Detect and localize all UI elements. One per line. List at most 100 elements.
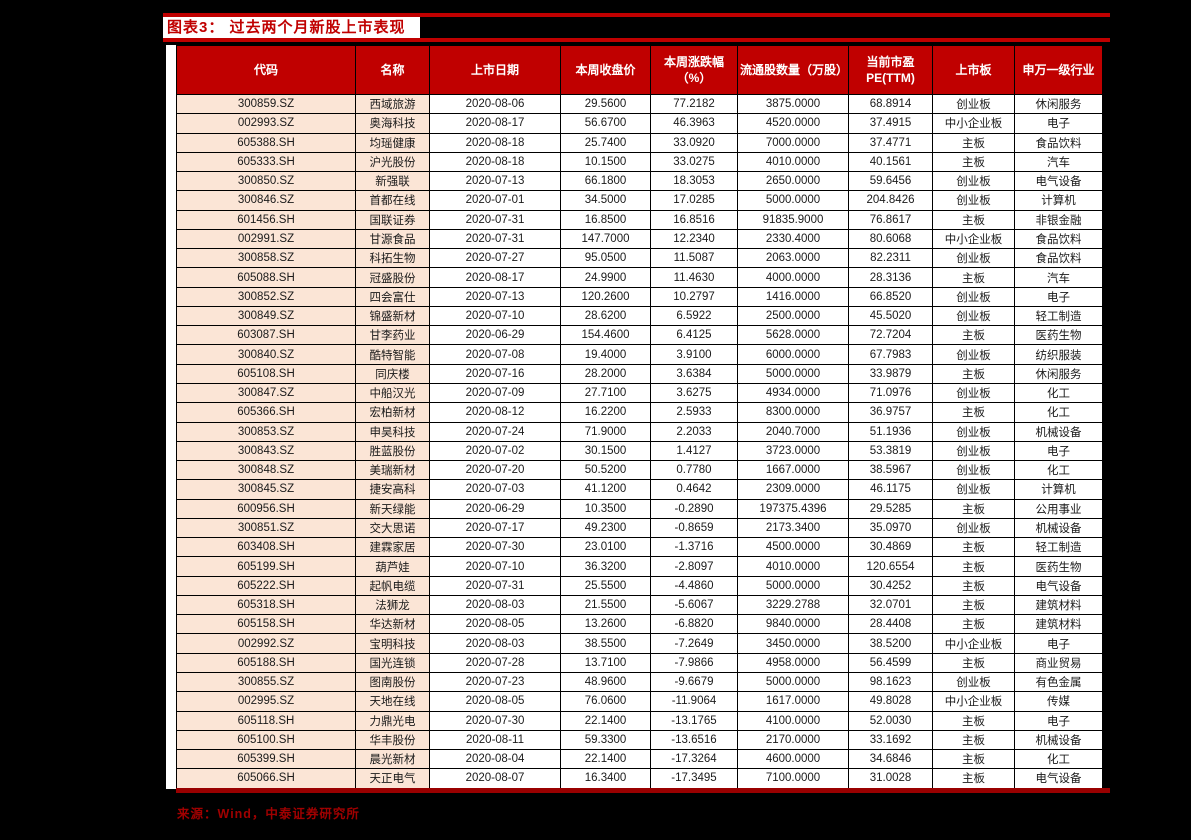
table-cell: 11.5087 [650,248,738,269]
table-cell: 同庆楼 [355,363,430,384]
table-cell: 4520.0000 [737,113,849,134]
table-cell: 2020-07-13 [429,171,561,192]
table-cell: 22.1400 [560,749,651,770]
table-cell: 主板 [932,537,1015,558]
table-cell: 2020-08-04 [429,749,561,770]
table-cell: 56.6700 [560,113,651,134]
table-cell: -0.2890 [650,498,738,519]
table-cell: 2650.0000 [737,171,849,192]
table-cell: -7.9866 [650,652,738,673]
table-row: 600956.SH 新天绿能 2020-06-29 10.3500 -0.2890 197… [176,498,1103,519]
table-cell: 2020-07-31 [429,575,561,596]
table-cell: -1.3716 [650,537,738,558]
table-cell: -13.1765 [650,710,738,731]
table-cell: 59.6456 [848,171,933,192]
table-cell: 76.0600 [560,691,651,712]
table-cell: 002992.SZ [176,633,356,654]
table-row: 605108.SH 同庆楼 2020-07-16 28.2000 3.6384 5000.… [176,363,1103,384]
table-cell: 18.3053 [650,171,738,192]
table-cell: 67.7983 [848,344,933,365]
table-cell: 机械设备 [1014,729,1103,751]
table-cell: 创业板 [932,171,1015,192]
table-cell: 300859.SZ [176,93,356,115]
table-cell: 锦盛新材 [355,305,430,327]
table-cell: 605066.SH [176,768,356,789]
table-cell: 中小企业板 [932,691,1015,712]
table-cell: 66.1800 [560,171,651,192]
table-cell: 汽车 [1014,267,1103,288]
table-cell: 603408.SH [176,537,356,558]
table-cell: 2020-07-09 [429,382,561,404]
table-cell: 创业板 [932,93,1015,115]
table-cell: 1667.0000 [737,460,849,481]
table-cell: 30.4252 [848,575,933,596]
table-cell: 002991.SZ [176,228,356,250]
table-cell: 147.7000 [560,228,651,250]
table-cell: 2020-07-16 [429,363,561,384]
table-cell: 甘源食品 [355,228,430,250]
table-row: 605199.SH 葫芦娃 2020-07-10 36.3200 -2.8097 4010… [176,556,1103,577]
table-cell: 食品饮料 [1014,248,1103,269]
table-cell: 医药生物 [1014,325,1103,346]
table-cell: 8300.0000 [737,402,849,423]
table-cell: 中小企业板 [932,633,1015,654]
table-cell: 建筑材料 [1014,594,1103,616]
table-cell: 603087.SH [176,325,356,346]
table-cell: 2020-07-31 [429,228,561,250]
table-cell: 西域旅游 [355,93,430,115]
table-cell: 2020-06-29 [429,498,561,519]
table-cell: 25.5500 [560,575,651,596]
column-header: 上市板 [932,45,1015,95]
table-cell: 中船汉光 [355,382,430,404]
column-header: 申万一级行业 [1014,45,1103,95]
table-row: 300846.SZ 首都在线 2020-07-01 34.5000 17.0285 500… [176,190,1103,211]
table-cell: -11.9064 [650,691,738,712]
table-cell: 300855.SZ [176,671,356,693]
table-cell: 纺织服装 [1014,344,1103,365]
table-cell: 22.1400 [560,710,651,731]
table-cell: 2330.4000 [737,228,849,250]
table-row: 603087.SH 甘李药业 2020-06-29 154.4600 6.4125 562… [176,325,1103,346]
table-cell: 均瑶健康 [355,132,430,153]
table-cell: 25.7400 [560,132,651,153]
table-cell: 154.4600 [560,325,651,346]
column-header: 流通股数量（万股） [737,45,849,95]
table-cell: 605199.SH [176,556,356,577]
table-cell: 3.6384 [650,363,738,384]
table-cell: 46.3963 [650,113,738,134]
table-cell: 电气设备 [1014,171,1103,192]
table-cell: -4.4860 [650,575,738,596]
table-cell: 2020-07-01 [429,190,561,211]
figure-title: 图表3： 过去两个月新股上市表现 [163,17,420,38]
table-cell: 2020-07-28 [429,652,561,673]
table-cell: 主板 [932,614,1015,635]
table-cell: 主板 [932,325,1015,346]
table-cell: 30.1500 [560,440,651,462]
table-cell: 48.9600 [560,671,651,693]
table-cell: 国联证券 [355,209,430,230]
table-cell: 商业贸易 [1014,652,1103,673]
table-cell: 605188.SH [176,652,356,673]
table-cell: 葫芦娃 [355,556,430,577]
table-row: 601456.SH 国联证券 2020-07-31 16.8500 16.8516 918… [176,209,1103,230]
table-cell: 33.0275 [650,151,738,173]
table-cell: 30.4869 [848,537,933,558]
source-note: 来源：Wind，中泰证券研究所 [177,807,360,821]
table-cell: 机械设备 [1014,421,1103,442]
table-cell: 32.0701 [848,594,933,616]
table-cell: 56.4599 [848,652,933,673]
table-row: 300853.SZ 申昊科技 2020-07-24 71.9000 2.2033 2040… [176,421,1103,442]
table-cell: 主板 [932,402,1015,423]
table-cell: 轻工制造 [1014,305,1103,327]
table-cell: 主板 [932,498,1015,519]
table-cell: 申昊科技 [355,421,430,442]
table-row: 300847.SZ 中船汉光 2020-07-09 27.7100 3.6275 4934… [176,382,1103,404]
table-cell: 2020-08-17 [429,267,561,288]
table-cell: 公用事业 [1014,498,1103,519]
table-cell: -17.3495 [650,768,738,789]
table-cell: 21.5500 [560,594,651,616]
table-cell: 605388.SH [176,132,356,153]
table-cell: 2040.7000 [737,421,849,442]
table-cell: 主板 [932,267,1015,288]
table-cell: 10.2797 [650,286,738,307]
